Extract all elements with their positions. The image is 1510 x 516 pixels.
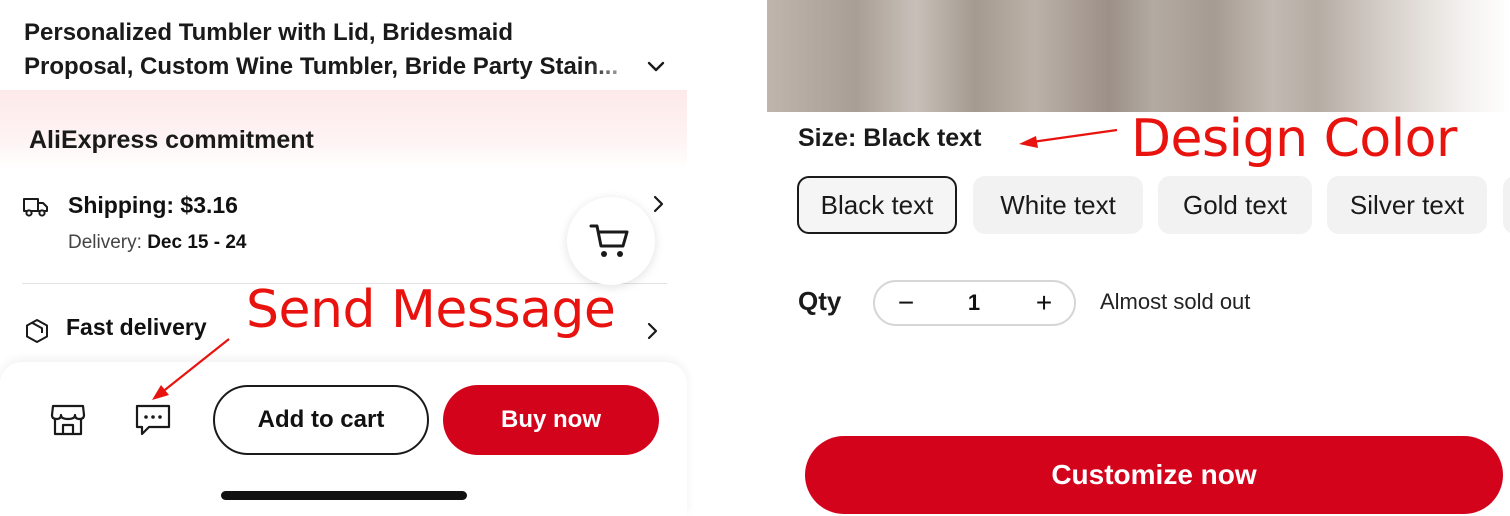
option-chip-more[interactable] [1503,176,1510,234]
shipping-cost[interactable]: Shipping: $3.16 [68,192,238,219]
decrease-quantity-button[interactable]: − [893,285,919,321]
delivery-label: Delivery: [68,232,148,253]
quantity-value[interactable]: 1 [960,287,988,319]
delivery-estimate: Delivery: Dec 15 - 24 [68,232,246,254]
commitment-title: AliExpress commitment [29,126,314,154]
delivery-dates: Dec 15 - 24 [147,232,247,253]
increase-quantity-button[interactable]: + [1031,285,1057,321]
size-label: Size: Black text [798,124,982,152]
fast-delivery[interactable]: Fast delivery [66,314,207,341]
send-message-annotation: Send Message [246,280,616,340]
customize-now-button[interactable]: Customize now [805,436,1503,514]
option-chip-black-text[interactable]: Black text [797,176,957,234]
option-chip-white-text[interactable]: White text [973,176,1143,234]
product-image [767,0,1510,112]
product-title[interactable]: Personalized Tumbler with Lid, Bridesmai… [24,16,664,84]
option-chip-silver-text[interactable]: Silver text [1327,176,1487,234]
chevron-right-icon[interactable] [642,320,662,342]
add-to-cart-button[interactable]: Add to cart [213,385,429,455]
product-title-line2: Proposal, Custom Wine Tumbler, Bride Par… [24,53,619,80]
cart-icon [589,224,629,257]
stock-status: Almost sold out [1100,289,1251,314]
quantity-label: Qty [798,286,842,316]
floating-cart-button[interactable] [567,197,655,285]
product-title-line1: Personalized Tumbler with Lid, Bridesmai… [24,19,513,46]
home-indicator [221,491,467,500]
chevron-down-icon[interactable] [644,54,668,78]
design-color-annotation: Design Color [1131,109,1457,169]
box-icon [26,319,48,343]
chevron-right-icon[interactable] [648,193,668,215]
buy-now-button[interactable]: Buy now [443,385,659,455]
truck-icon [23,198,48,217]
message-icon[interactable] [134,403,172,437]
option-chip-gold-text[interactable]: Gold text [1158,176,1312,234]
store-icon[interactable] [50,403,86,437]
